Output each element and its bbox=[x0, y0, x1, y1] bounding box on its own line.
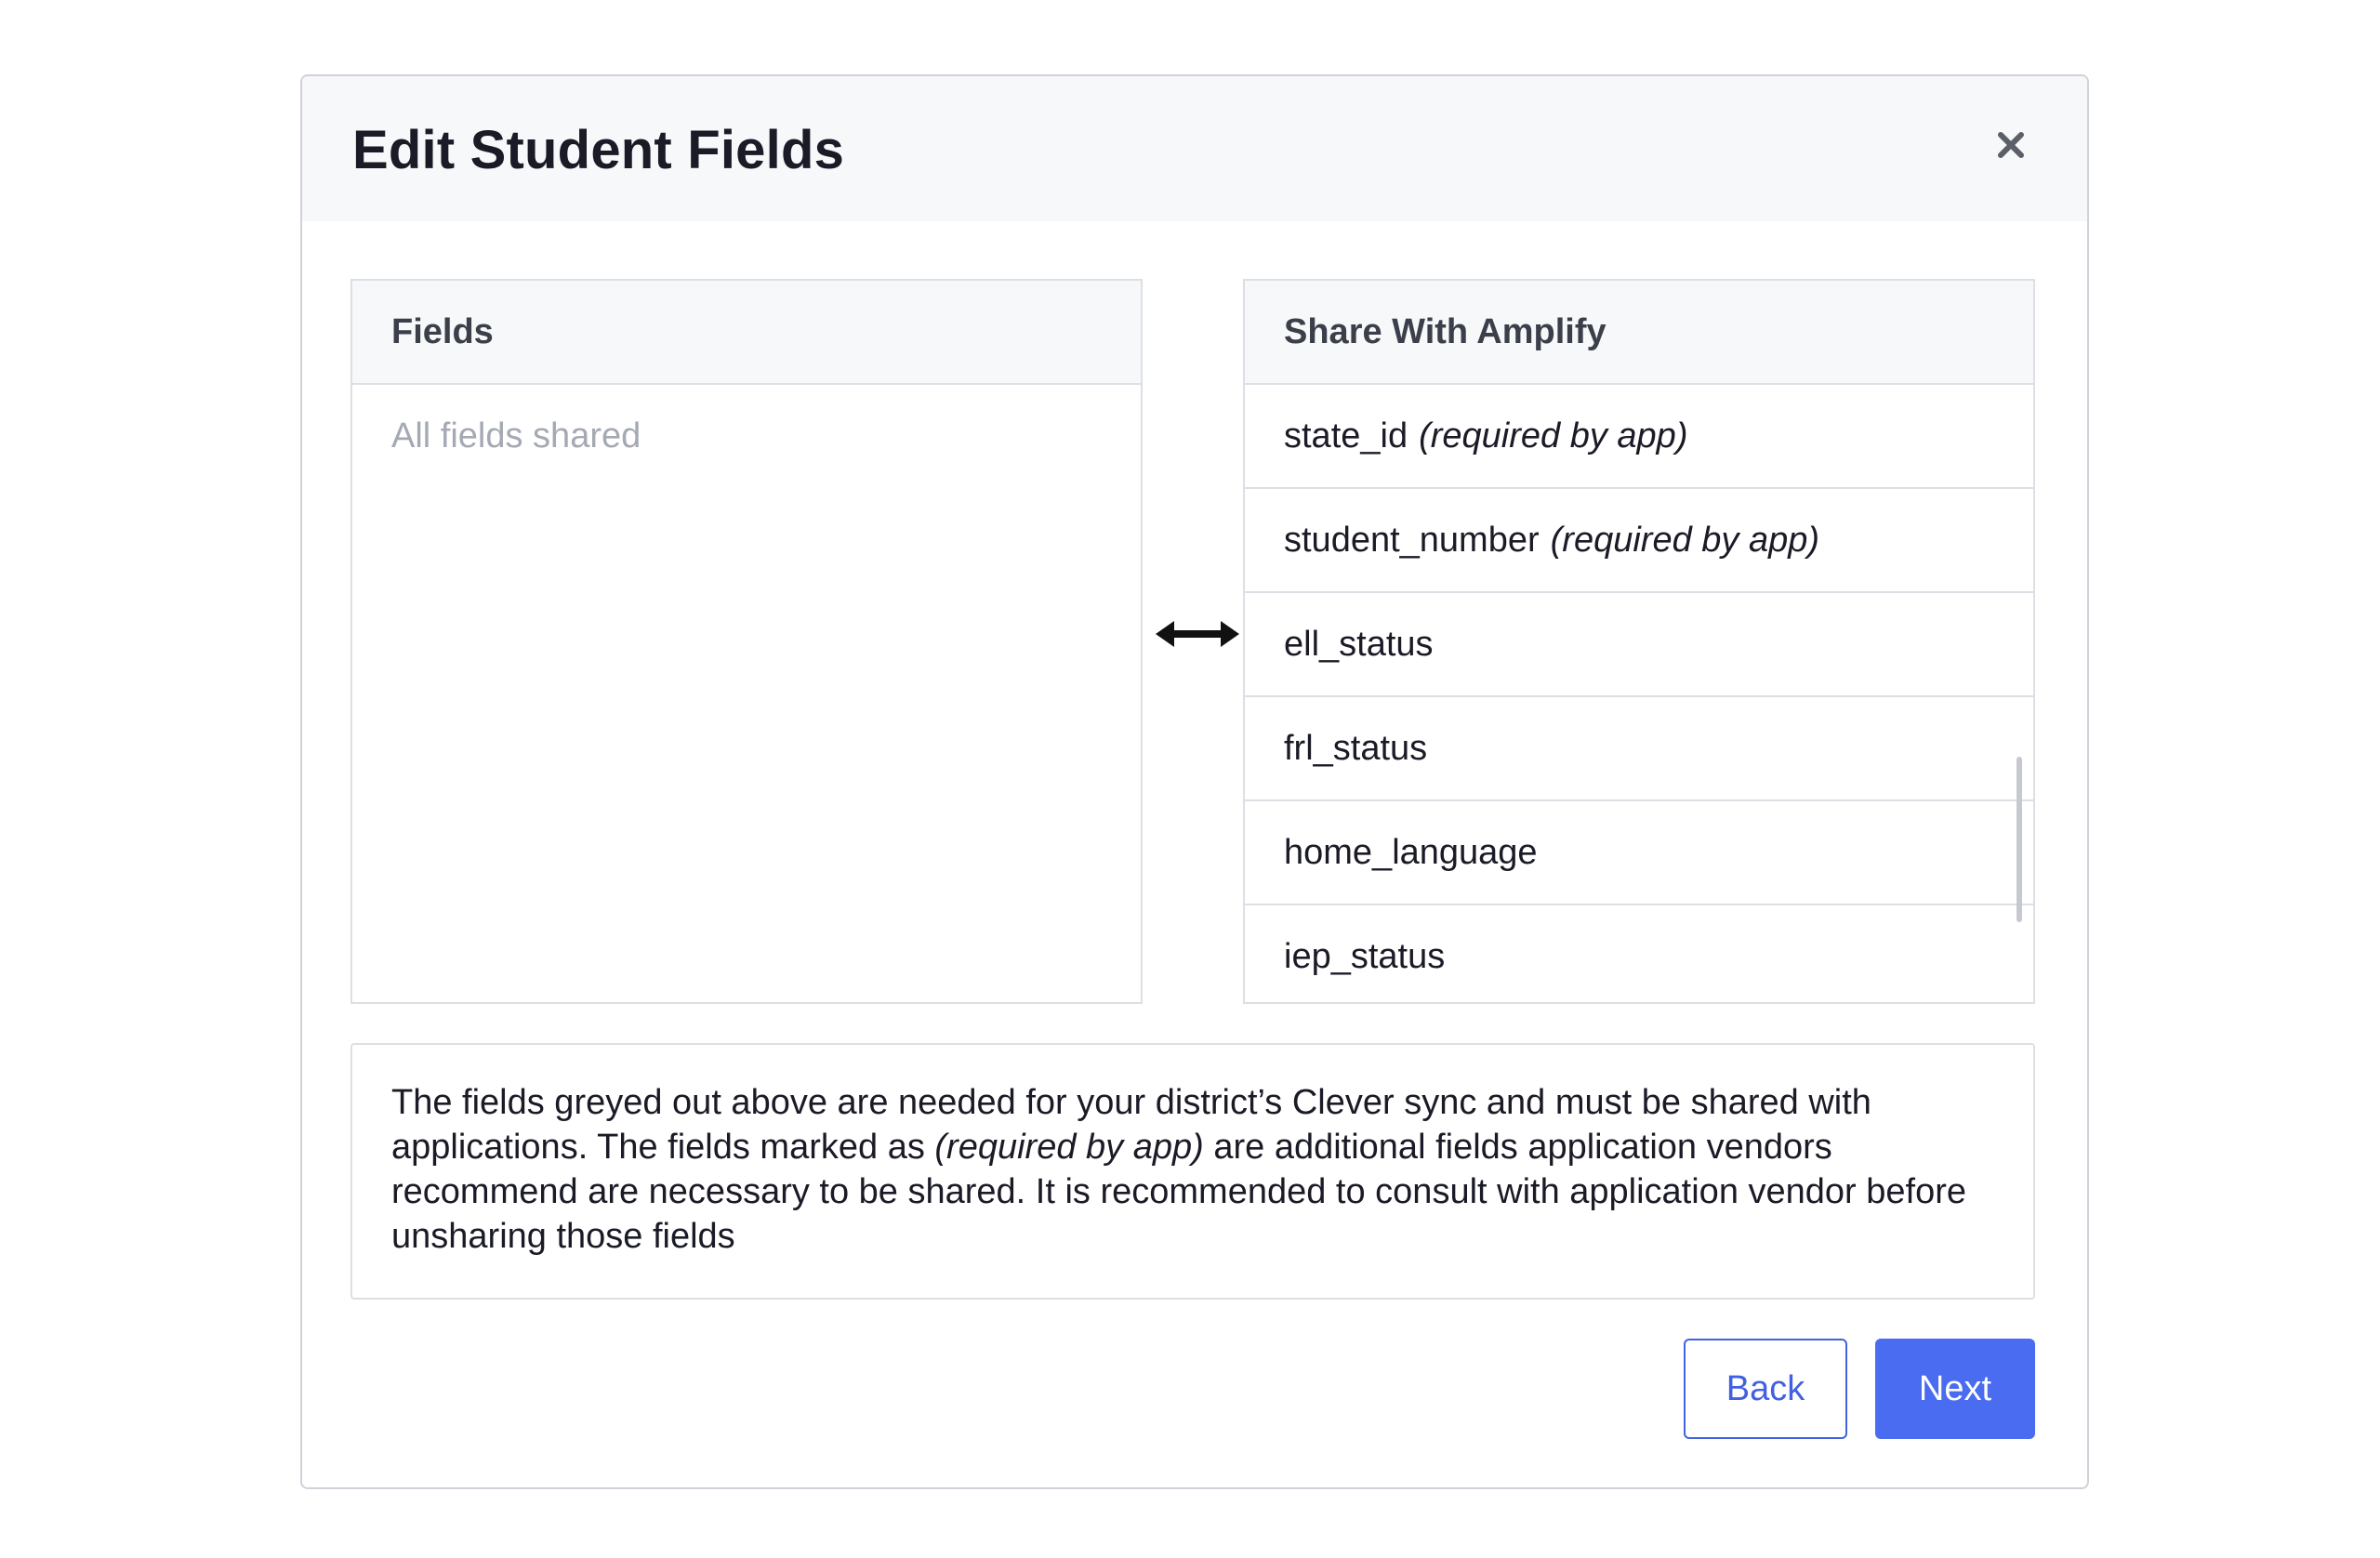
modal-title: Edit Student Fields bbox=[352, 120, 845, 180]
list-item[interactable]: ell_status bbox=[1245, 593, 2033, 697]
field-name: state_id bbox=[1284, 416, 1408, 456]
edit-student-fields-modal: Edit Student Fields Fields All fields sh… bbox=[300, 74, 2089, 1489]
list-item[interactable]: state_id (required by app) bbox=[1245, 385, 2033, 489]
share-panel-header: Share With Amplify bbox=[1245, 281, 2033, 385]
back-button[interactable]: Back bbox=[1684, 1339, 1847, 1439]
modal-header: Edit Student Fields bbox=[302, 76, 2087, 221]
fields-empty-text: All fields shared bbox=[391, 416, 641, 456]
shared-field-list: state_id (required by app) student_number… bbox=[1245, 385, 2033, 1002]
fields-panel: Fields All fields shared bbox=[350, 279, 1143, 1004]
field-name: student_number bbox=[1284, 520, 1540, 560]
required-note: (required by app) bbox=[1550, 520, 1820, 560]
double-arrow-icon bbox=[1156, 621, 1239, 647]
close-icon bbox=[1998, 132, 2024, 158]
list-item[interactable]: frl_status bbox=[1245, 697, 2033, 801]
info-notice: The fields greyed out above are needed f… bbox=[350, 1043, 2035, 1300]
field-name: home_language bbox=[1284, 832, 1538, 872]
required-note: (required by app) bbox=[1419, 416, 1688, 456]
list-item[interactable]: iep_status bbox=[1245, 905, 2033, 1002]
share-with-amplify-panel: Share With Amplify state_id (required by … bbox=[1243, 279, 2035, 1004]
info-required-label: (required by app) bbox=[934, 1128, 1204, 1167]
scrollbar[interactable] bbox=[2016, 757, 2022, 922]
next-button[interactable]: Next bbox=[1875, 1339, 2035, 1439]
field-name: ell_status bbox=[1284, 624, 1434, 664]
field-name: iep_status bbox=[1284, 936, 1446, 976]
fields-panel-header: Fields bbox=[352, 281, 1141, 385]
close-button[interactable] bbox=[1990, 125, 2031, 165]
list-item[interactable]: home_language bbox=[1245, 801, 2033, 905]
field-name: frl_status bbox=[1284, 728, 1428, 768]
list-item[interactable]: student_number (required by app) bbox=[1245, 489, 2033, 593]
